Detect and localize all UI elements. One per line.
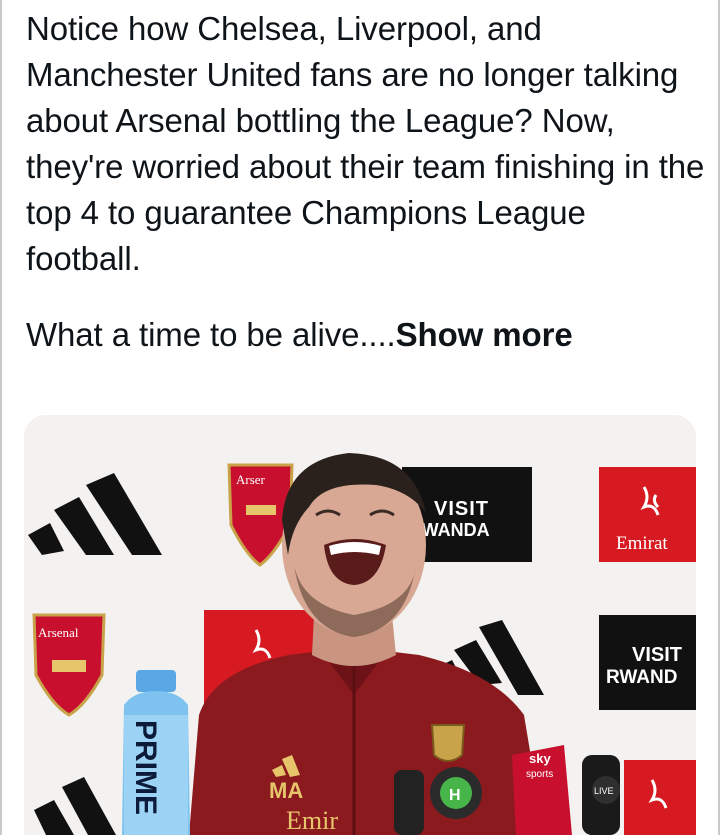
visit-rwanda-text-4: RWAND xyxy=(606,667,677,688)
emirates-text-1: Emirat xyxy=(616,533,668,554)
mic-live-label: LIVE xyxy=(594,786,614,796)
arsenal-crest-label-top: Arser xyxy=(236,472,266,487)
emirates-sign-top: Emirat xyxy=(599,467,696,562)
post-text: Notice how Chelsea, Liverpool, and Manch… xyxy=(26,6,706,358)
mic-sky-label: sky xyxy=(529,751,551,766)
press-conference-photo: Arser VISIT RWANDA Emirat Arsenal Em xyxy=(24,415,696,835)
post-paragraph-1: Notice how Chelsea, Liverpool, and Manch… xyxy=(26,10,705,277)
post-paragraph-2-text: What a time to be alive.... xyxy=(26,316,396,353)
emirates-sign-bottom xyxy=(624,760,696,835)
visit-rwanda-text-3: VISIT xyxy=(632,644,682,666)
prime-bottle-label: PRIME xyxy=(129,720,162,815)
frame-border-left xyxy=(0,0,2,835)
arsenal-crest-label-left: Arsenal xyxy=(38,625,79,640)
jacket-initials: MA xyxy=(269,778,303,803)
visit-rwanda-text-1: VISIT xyxy=(434,498,489,520)
visit-rwanda-sign-right: VISIT RWAND xyxy=(599,615,696,710)
post-image[interactable]: Arser VISIT RWANDA Emirat Arsenal Em xyxy=(24,415,696,835)
arsenal-badge-icon xyxy=(430,724,466,762)
jacket-sponsor: Emir xyxy=(286,806,338,835)
mic-sports-label: sports xyxy=(526,769,553,780)
post-paragraph-2: What a time to be alive....Show more xyxy=(26,312,706,358)
show-more-link[interactable]: Show more xyxy=(396,316,573,353)
svg-text:H: H xyxy=(449,787,461,804)
